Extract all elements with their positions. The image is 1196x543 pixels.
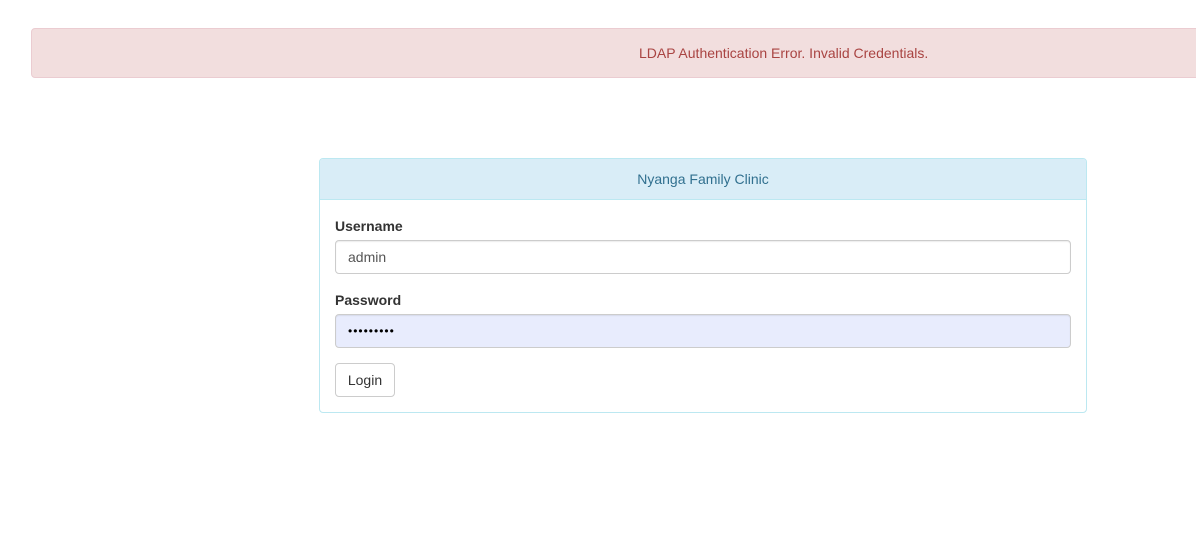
password-label: Password bbox=[335, 292, 402, 308]
panel-heading: Nyanga Family Clinic bbox=[320, 159, 1086, 200]
error-alert: LDAP Authentication Error. Invalid Crede… bbox=[31, 28, 1196, 78]
username-input[interactable]: admin bbox=[335, 240, 1071, 274]
login-panel: Nyanga Family Clinic Username admin Pass… bbox=[319, 158, 1087, 413]
clinic-name: Nyanga Family Clinic bbox=[637, 171, 769, 187]
password-value: ••••••••• bbox=[348, 324, 395, 338]
error-message: LDAP Authentication Error. Invalid Crede… bbox=[639, 45, 929, 61]
username-value: admin bbox=[348, 249, 387, 265]
username-label: Username bbox=[335, 218, 403, 234]
password-input[interactable]: ••••••••• bbox=[335, 314, 1071, 348]
login-button[interactable]: Login bbox=[335, 363, 395, 397]
